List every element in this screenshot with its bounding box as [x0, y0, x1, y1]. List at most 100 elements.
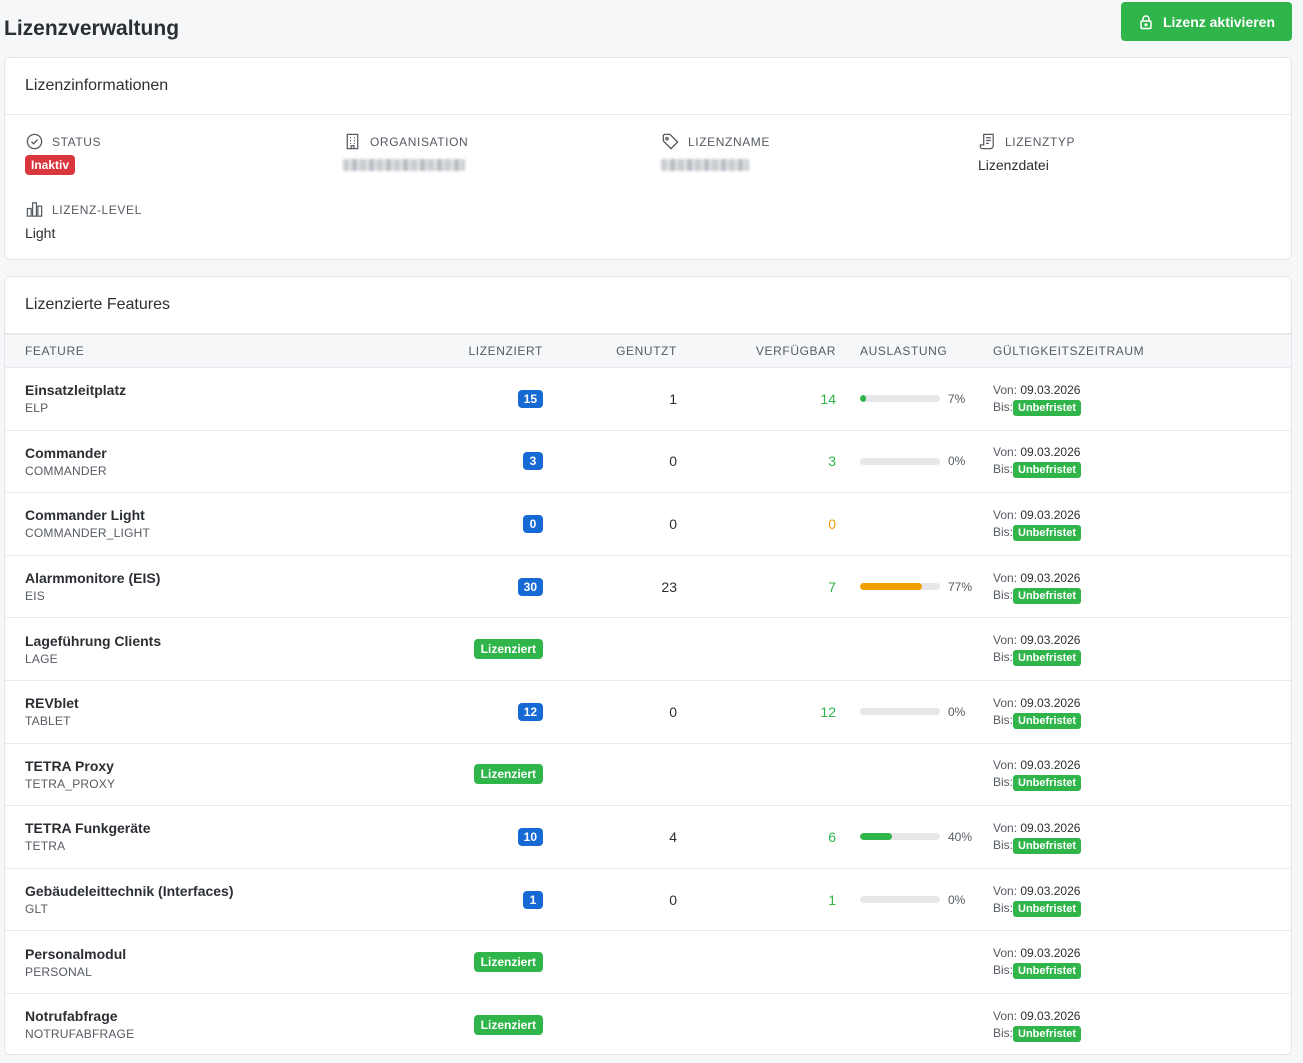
feature-code: COMMANDER	[25, 463, 107, 478]
organisation-value-redacted	[343, 159, 465, 171]
licensed-cell: 0	[405, 492, 543, 556]
table-row: Lageführung Clients LAGE Lizenziert Von:…	[5, 617, 1291, 681]
valid-from-label: Von:	[993, 633, 1018, 648]
valid-from-label: Von:	[993, 695, 1018, 710]
unlimited-badge: Unbefristet	[1013, 775, 1082, 792]
unlimited-badge: Unbefristet	[1013, 399, 1082, 416]
licensed-count-badge: 15	[517, 389, 543, 408]
feature-name: Lageführung Clients	[25, 632, 162, 649]
valid-to-label: Bis:	[993, 712, 1014, 727]
feature-cell: Commander COMMANDER	[5, 430, 405, 494]
feature-code: NOTRUFABFRAGE	[25, 1027, 135, 1042]
used-cell: 0	[543, 430, 677, 494]
activate-license-label: Lizenz aktivieren	[1162, 13, 1276, 30]
table-row: TETRA Proxy TETRA_PROXY Lizenziert Von: …	[5, 743, 1291, 807]
column-header-feature: FEATURE	[5, 334, 405, 368]
available-cell	[677, 617, 836, 681]
unlimited-badge: Unbefristet	[1013, 963, 1082, 980]
feature-code: PERSONAL	[25, 964, 92, 979]
feature-code: LAGE	[25, 651, 58, 666]
feature-code: COMMANDER_LIGHT	[25, 526, 151, 541]
utilization-cell	[836, 492, 993, 556]
licensed-cell: 3	[405, 430, 543, 494]
status-badge: Inaktiv	[25, 155, 76, 175]
valid-to-label: Bis:	[993, 963, 1014, 978]
unlimited-badge: Unbefristet	[1013, 587, 1082, 604]
table-header-row: FEATURE LIZENZIERT GENUTZT VERFÜGBAR AUS…	[5, 334, 1291, 368]
utilization: 7%	[860, 392, 993, 406]
utilization-cell: 77%	[836, 555, 993, 619]
feature-code: TABLET	[25, 714, 71, 729]
utilization-bar	[860, 457, 940, 465]
licensed-count-badge: 0	[523, 514, 543, 533]
table-row: TETRA Funkgeräte TETRA 10 4 6 40% Von: 0…	[5, 805, 1291, 869]
features-table-body: Einsatzleitplatz ELP 15 1 14 7% Von: 09.…	[5, 367, 1291, 1055]
utilization-percent: 7%	[948, 391, 966, 406]
licensed-count-badge: 3	[523, 452, 543, 471]
validity-cell: Von: 09.03.2026 Bis: Unbefristet	[993, 367, 1291, 431]
utilization-cell: 40%	[836, 805, 993, 869]
utilization-percent: 77%	[948, 579, 973, 594]
valid-from-date: 09.03.2026	[1020, 695, 1081, 710]
column-header-licensed: LIZENZIERT	[405, 334, 543, 368]
available-cell: 12	[677, 680, 836, 744]
status-label: STATUS	[52, 134, 102, 149]
level-value: Light	[25, 225, 56, 241]
feature-code: TETRA_PROXY	[25, 776, 116, 791]
valid-to-label: Bis:	[993, 775, 1014, 790]
valid-from-date: 09.03.2026	[1020, 1008, 1081, 1023]
available-cell	[677, 993, 836, 1054]
utilization-bar	[860, 896, 940, 904]
feature-cell: Einsatzleitplatz ELP	[5, 367, 405, 431]
validity-cell: Von: 09.03.2026 Bis: Unbefristet	[993, 555, 1291, 619]
licensed-count-badge: 10	[517, 827, 543, 846]
column-header-validity: GÜLTIGKEITSZEITRAUM	[993, 334, 1291, 368]
licensed-cell: 12	[405, 680, 543, 744]
utilization-bar	[860, 395, 940, 403]
licensed-cell: 30	[405, 555, 543, 619]
licensed-cell: 15	[405, 367, 543, 431]
available-cell	[677, 743, 836, 807]
valid-to-label: Bis:	[993, 462, 1014, 477]
valid-from-label: Von:	[993, 382, 1018, 397]
valid-from-date: 09.03.2026	[1020, 382, 1081, 397]
feature-code: GLT	[25, 902, 49, 917]
unlimited-badge: Unbefristet	[1013, 900, 1082, 917]
valid-to-label: Bis:	[993, 587, 1014, 602]
utilization-percent: 0%	[948, 892, 966, 907]
available-cell: 0	[677, 492, 836, 556]
info-lizenztyp: LIZENZTYP Lizenzdatei	[978, 132, 1075, 173]
feature-name: TETRA Proxy	[25, 757, 114, 774]
licensed-count-badge: 12	[517, 702, 543, 721]
page-header: Lizenzverwaltung Lizenz aktivieren	[0, 0, 1303, 56]
lizenzname-value-redacted	[661, 159, 749, 171]
valid-from-label: Von:	[993, 946, 1018, 961]
licensed-count-badge: 30	[517, 577, 543, 596]
feature-cell: REVblet TABLET	[5, 680, 405, 744]
used-cell: 0	[543, 868, 677, 932]
check-circle-icon	[26, 133, 43, 150]
utilization-cell	[836, 993, 993, 1054]
utilization-cell: 7%	[836, 367, 993, 431]
activate-license-button[interactable]: Lizenz aktivieren	[1121, 2, 1292, 41]
license-info-card: Lizenzinformationen STATUS Inaktiv ORGAN…	[4, 57, 1292, 260]
validity-cell: Von: 09.03.2026 Bis: Unbefristet	[993, 492, 1291, 556]
available-cell: 14	[677, 367, 836, 431]
table-row: Commander COMMANDER 3 0 3 0% Von: 09.03.…	[5, 430, 1291, 494]
validity-cell: Von: 09.03.2026 Bis: Unbefristet	[993, 743, 1291, 807]
feature-code: EIS	[25, 589, 45, 604]
valid-from-date: 09.03.2026	[1020, 946, 1081, 961]
licensed-cell: Lizenziert	[405, 930, 543, 994]
validity-cell: Von: 09.03.2026 Bis: Unbefristet	[993, 930, 1291, 994]
utilization-bar	[860, 583, 940, 591]
validity-cell: Von: 09.03.2026 Bis: Unbefristet	[993, 805, 1291, 869]
page-title: Lizenzverwaltung	[4, 17, 180, 40]
utilization-cell	[836, 617, 993, 681]
available-cell: 7	[677, 555, 836, 619]
unlimited-badge: Unbefristet	[1013, 837, 1082, 854]
column-header-available: VERFÜGBAR	[677, 334, 836, 368]
table-row: Personalmodul PERSONAL Lizenziert Von: 0…	[5, 930, 1291, 994]
feature-cell: TETRA Funkgeräte TETRA	[5, 805, 405, 869]
licensed-features-card: Lizenzierte Features FEATURE LIZENZIERT …	[4, 276, 1292, 1055]
used-cell	[543, 743, 677, 807]
